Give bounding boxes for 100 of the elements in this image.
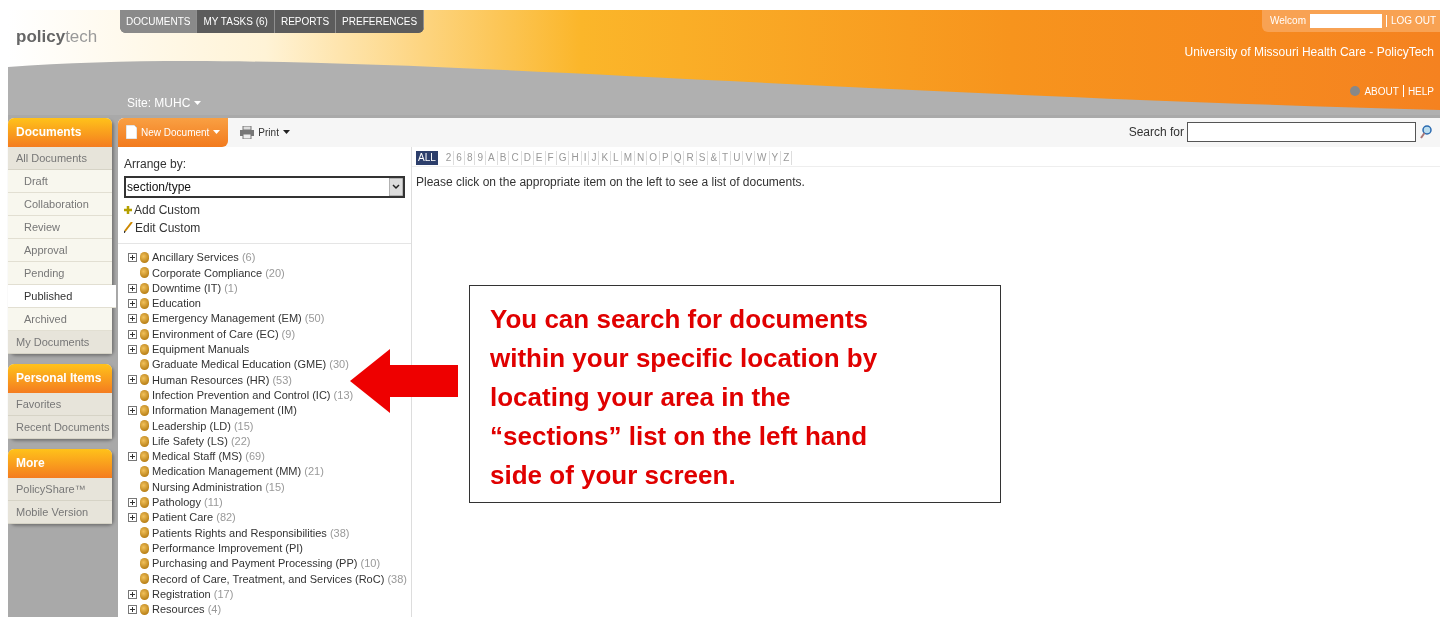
expand-icon[interactable]	[128, 253, 137, 262]
section-item[interactable]: Purchasing and Payment Processing (PP) (10)	[152, 555, 381, 572]
letter-filter[interactable]: A	[486, 150, 498, 165]
letter-filter[interactable]: ALL	[416, 150, 438, 165]
section-item[interactable]: Nursing Administration (15)	[152, 478, 285, 496]
nav-tab[interactable]: PREFERENCES	[336, 9, 425, 33]
expand-icon[interactable]	[128, 604, 137, 614]
letter-filter[interactable]: B	[497, 150, 510, 165]
add-custom-link[interactable]: Add Custom	[124, 200, 405, 219]
letter-filter[interactable]: M	[621, 150, 635, 165]
sidebar-item[interactable]: My Documents	[8, 330, 112, 354]
expand-icon[interactable]	[128, 283, 137, 293]
section-item[interactable]: Leadership (LD) (15)	[152, 417, 254, 435]
nav-tab[interactable]: MY TASKS (6)	[197, 9, 275, 33]
letter-filter[interactable]: L	[611, 150, 622, 165]
section-item[interactable]: Environment of Care (EC) (9)	[152, 325, 296, 343]
sidebar-item[interactable]: Archived	[8, 307, 112, 331]
letter-filter[interactable]: Q	[671, 150, 685, 165]
letter-filter[interactable]: &	[708, 150, 721, 165]
print-button[interactable]: Print	[240, 124, 290, 140]
expand-icon[interactable]	[128, 344, 137, 354]
search-field[interactable]	[1187, 122, 1416, 143]
letter-filter[interactable]: S	[696, 150, 709, 165]
letter-filter[interactable]: 8	[464, 150, 476, 165]
section-item[interactable]: Patients Rights and Responsibilities (38)	[152, 524, 350, 542]
expand-icon[interactable]	[128, 375, 137, 385]
logout-link[interactable]: LOG OUT	[1391, 13, 1436, 29]
search-icon[interactable]	[1420, 125, 1432, 140]
new-document-button[interactable]: New Document	[118, 117, 229, 147]
section-item[interactable]: Information Management (IM)	[152, 402, 297, 419]
expand-icon[interactable]	[128, 329, 137, 339]
section-item[interactable]: Equipment Manuals	[152, 341, 250, 358]
section-item[interactable]: Medical Staff (MS) (69)	[152, 448, 265, 465]
sidebar-heading[interactable]: Documents	[8, 117, 112, 147]
letter-filter[interactable]: C	[509, 150, 522, 165]
letter-filter[interactable]: W	[755, 150, 770, 165]
letter-filter[interactable]: F	[545, 150, 557, 165]
letter-filter[interactable]: E	[533, 150, 546, 165]
header-link[interactable]: ABOUT	[1364, 83, 1399, 99]
header-link[interactable]: HELP	[1407, 83, 1434, 99]
arrange-select[interactable]: section/type	[124, 175, 405, 198]
sidebar-item[interactable]: PolicyShare™	[8, 477, 112, 501]
letter-filter[interactable]: 2	[443, 150, 455, 165]
sidebar-item[interactable]: Pending	[8, 261, 112, 285]
sidebar-item[interactable]: Mobile Version	[8, 500, 112, 524]
sidebar-heading[interactable]: Personal Items	[8, 363, 112, 393]
section-item[interactable]: Patient Care (82)	[152, 509, 236, 526]
expand-icon[interactable]	[128, 589, 137, 599]
expand-icon[interactable]	[128, 497, 137, 507]
section-item[interactable]: Pathology (11)	[152, 494, 223, 511]
sidebar-item[interactable]: Published	[8, 284, 116, 308]
nav-tab[interactable]: DOCUMENTS	[120, 9, 198, 33]
section-item[interactable]: Resources (4)	[152, 601, 222, 617]
section-item[interactable]: Performance Improvement (PI)	[152, 539, 303, 557]
letter-filter[interactable]: N	[635, 150, 648, 165]
section-item[interactable]: Registration (17)	[152, 585, 234, 603]
letter-filter[interactable]: D	[521, 150, 534, 165]
letter-filter[interactable]: O	[647, 150, 661, 165]
sidebar-item[interactable]: Approval	[8, 238, 112, 262]
expand-icon[interactable]	[128, 314, 137, 324]
section-item[interactable]: Infection Prevention and Control (IC) (13)	[152, 386, 354, 404]
expand-icon[interactable]	[128, 298, 137, 308]
sidebar-heading[interactable]: More	[8, 448, 112, 478]
callout-box: You can search for documents within your specific location by locating your area in the “sections” list on the left hand side of your screen.	[469, 284, 1001, 503]
letter-filter[interactable]: 6	[454, 150, 465, 165]
expand-icon[interactable]	[128, 406, 137, 415]
section-item[interactable]: Graduate Medical Education (GME) (30)	[152, 356, 349, 373]
sidebar-item[interactable]: Favorites	[8, 392, 112, 416]
expand-icon[interactable]	[128, 513, 137, 523]
section-item[interactable]: Emergency Management (EM) (50)	[152, 310, 325, 327]
section-item[interactable]: Downtime (IT) (1)	[152, 279, 238, 297]
site-selector[interactable]: Site: MUHC	[127, 93, 202, 112]
sidebar-item[interactable]: Recent Documents	[8, 415, 112, 439]
section-item[interactable]: Record of Care, Treatment, and Services (RoC) (38)	[152, 570, 407, 587]
letter-filter[interactable]: 9	[475, 150, 487, 165]
letter-filter[interactable]: V	[743, 150, 756, 165]
sidebar-item[interactable]: Collaboration	[8, 192, 112, 216]
letter-filter[interactable]: H	[569, 150, 582, 165]
section-item[interactable]: Medication Management (MM) (21)	[152, 463, 324, 480]
section-item[interactable]: Life Safety (LS) (22)	[152, 432, 251, 450]
expand-icon[interactable]	[128, 451, 137, 461]
letter-filter[interactable]: J	[589, 150, 600, 165]
sidebar-item[interactable]: Review	[8, 215, 112, 239]
letter-filter[interactable]: Y	[769, 150, 782, 165]
sidebar-item[interactable]: All Documents	[8, 146, 112, 170]
section-item[interactable]: Education	[152, 295, 201, 312]
letter-filter[interactable]: G	[556, 150, 570, 165]
edit-custom-link[interactable]: Edit Custom	[124, 218, 405, 237]
letter-filter[interactable]: P	[660, 150, 672, 165]
letter-filter[interactable]: I	[581, 150, 590, 165]
document-icon	[126, 125, 137, 140]
letter-filter[interactable]: K	[599, 150, 612, 165]
letter-filter[interactable]: Z	[781, 150, 793, 165]
letter-filter[interactable]: U	[731, 150, 744, 165]
section-item[interactable]: Corporate Compliance (20)	[152, 264, 285, 282]
letter-filter[interactable]: T	[720, 150, 732, 165]
section-item[interactable]: Ancillary Services (6)	[152, 249, 256, 266]
sidebar-item[interactable]: Draft	[8, 169, 112, 193]
section-item[interactable]: Human Resources (HR) (53)	[152, 371, 292, 389]
letter-filter[interactable]: R	[684, 150, 697, 165]
